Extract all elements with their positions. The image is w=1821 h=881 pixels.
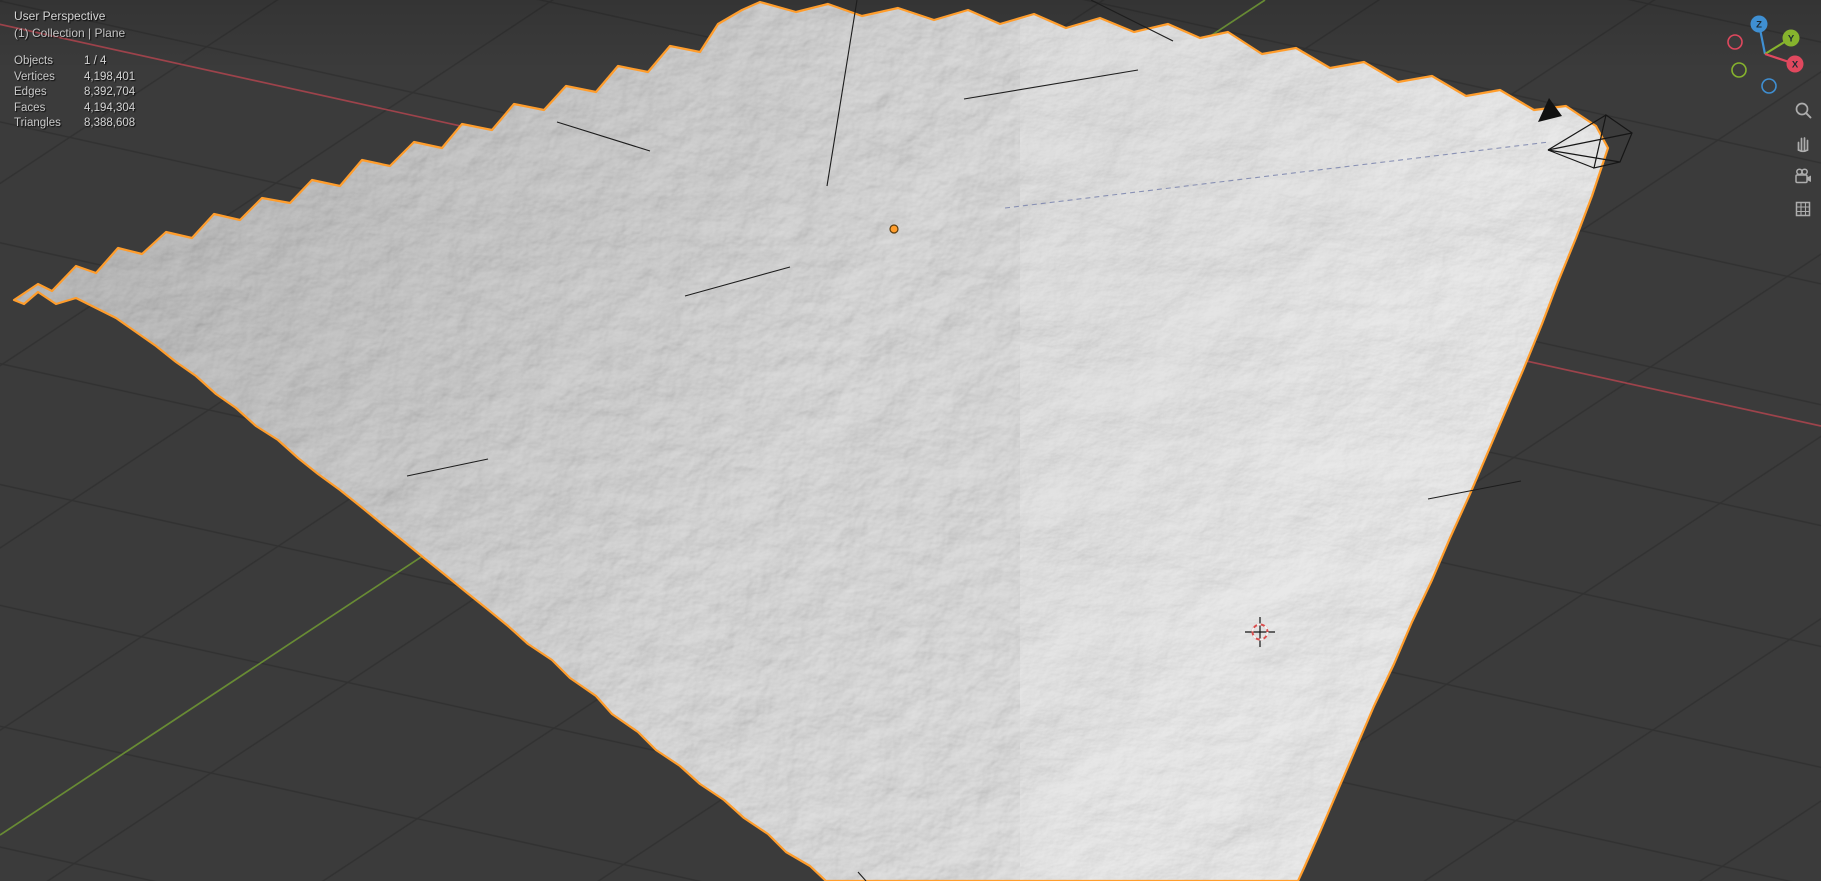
- viewport-overlay-text: User Perspective (1) Collection | Plane …: [14, 8, 135, 132]
- stat-label: Edges: [14, 86, 47, 98]
- stat-faces: Faces 4,194,304: [14, 101, 135, 117]
- stat-objects: Objects 1 / 4: [14, 54, 135, 70]
- stat-value: 4,194,304: [84, 101, 136, 114]
- scene-statistics: Objects 1 / 4 Vertices 4,198,401 Edges 8…: [14, 54, 135, 132]
- stat-triangles: Triangles 8,388,608: [14, 116, 135, 132]
- zoom-icon[interactable]: [1793, 100, 1813, 120]
- stat-value: 4,198,401: [84, 70, 136, 83]
- gizmo-x-label: X: [1792, 60, 1799, 71]
- viewport-nav-toolbar: [1793, 100, 1813, 219]
- viewport-canvas[interactable]: [0, 0, 1821, 881]
- blender-3d-viewport[interactable]: User Perspective (1) Collection | Plane …: [0, 0, 1821, 881]
- stat-label: Vertices: [14, 70, 55, 83]
- stat-label: Faces: [14, 101, 46, 114]
- stat-value: 8,392,704: [84, 86, 136, 98]
- toggle-projection-icon[interactable]: [1793, 199, 1813, 219]
- object-origin: [889, 224, 899, 234]
- stat-vertices: Vertices 4,198,401: [14, 70, 135, 86]
- view-perspective-label: User Perspective: [14, 9, 106, 23]
- move-view-icon[interactable]: [1793, 133, 1813, 153]
- camera-view-icon[interactable]: [1793, 166, 1813, 186]
- stat-edges: Edges 8,392,704: [14, 85, 135, 101]
- gizmo-y-neg-ball[interactable]: [1731, 62, 1747, 78]
- gizmo-y-label: Y: [1788, 34, 1795, 45]
- active-collection-breadcrumb: (1) Collection | Plane: [14, 26, 126, 40]
- gizmo-x-neg-ball[interactable]: [1727, 34, 1743, 50]
- gizmo-z-label: Z: [1756, 20, 1762, 31]
- gizmo-z-neg-ball[interactable]: [1761, 78, 1777, 94]
- stat-label: Triangles: [14, 117, 61, 129]
- stat-value: 8,388,608: [84, 117, 136, 129]
- stat-value: 1 / 4: [84, 55, 107, 67]
- orientation-gizmo[interactable]: Z Y X: [1719, 6, 1811, 98]
- stat-label: Objects: [14, 55, 53, 67]
